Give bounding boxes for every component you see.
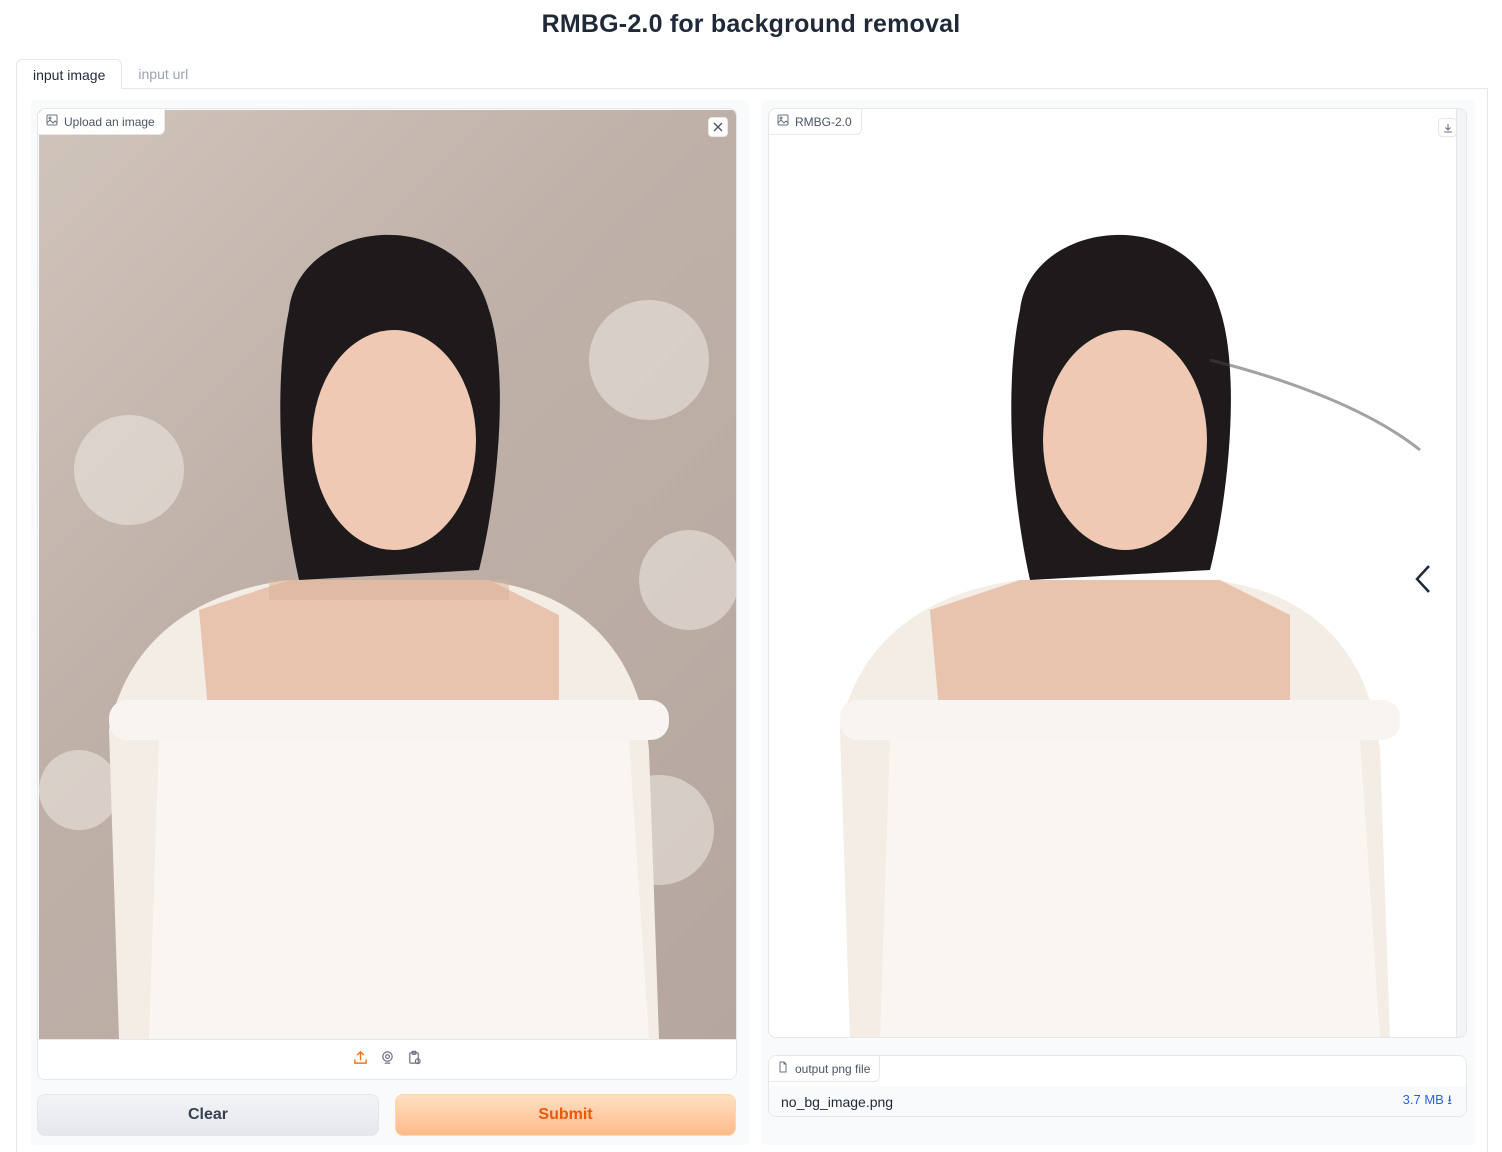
image-icon (777, 114, 789, 129)
output-image-label: RMBG-2.0 (769, 109, 862, 135)
clear-button[interactable]: Clear (37, 1094, 379, 1136)
clipboard-icon[interactable] (407, 1050, 422, 1070)
output-image-preview (770, 110, 1466, 1037)
tab-input-image[interactable]: input image (16, 59, 123, 89)
scrollbar[interactable] (1456, 109, 1466, 1037)
close-icon[interactable] (708, 117, 728, 137)
download-icon[interactable] (1438, 118, 1457, 137)
tab-input-url[interactable]: input url (122, 59, 204, 89)
source-bar (38, 1039, 736, 1079)
page-title: RMBG-2.0 for background removal (541, 10, 961, 38)
image-upload-label: Upload an image (38, 109, 165, 135)
file-row: no_bg_image.png 3.7 MB ⭳ (769, 1086, 1466, 1116)
output-image-block: RMBG-2.0 (768, 108, 1467, 1038)
upload-icon[interactable] (353, 1050, 368, 1070)
tab-panel: Upload an image Clear Submit RMBG-2.0 ou… (16, 88, 1488, 1152)
image-icon (46, 114, 58, 129)
output-file-label: output png file (769, 1056, 881, 1082)
output-image-label-text: RMBG-2.0 (795, 114, 852, 129)
file-name: no_bg_image.png (781, 1093, 894, 1110)
submit-button[interactable]: Submit (395, 1094, 736, 1136)
file-icon (777, 1061, 789, 1076)
chevron-left-icon[interactable] (1409, 559, 1437, 599)
image-upload-label-text: Upload an image (64, 114, 155, 129)
input-image-preview (39, 110, 736, 1039)
webcam-icon[interactable] (380, 1050, 395, 1070)
output-file-label-text: output png file (795, 1061, 871, 1076)
output-column: RMBG-2.0 output png file no_bg_image.png… (761, 100, 1475, 1145)
file-download-link[interactable]: 3.7 MB ⭳ (1403, 1091, 1452, 1113)
output-file-block: output png file no_bg_image.png 3.7 MB ⭳ (768, 1055, 1467, 1117)
input-column: Upload an image Clear Submit (31, 100, 749, 1145)
tab-bar: input image input url (16, 59, 204, 89)
image-upload-block[interactable]: Upload an image (37, 108, 737, 1080)
